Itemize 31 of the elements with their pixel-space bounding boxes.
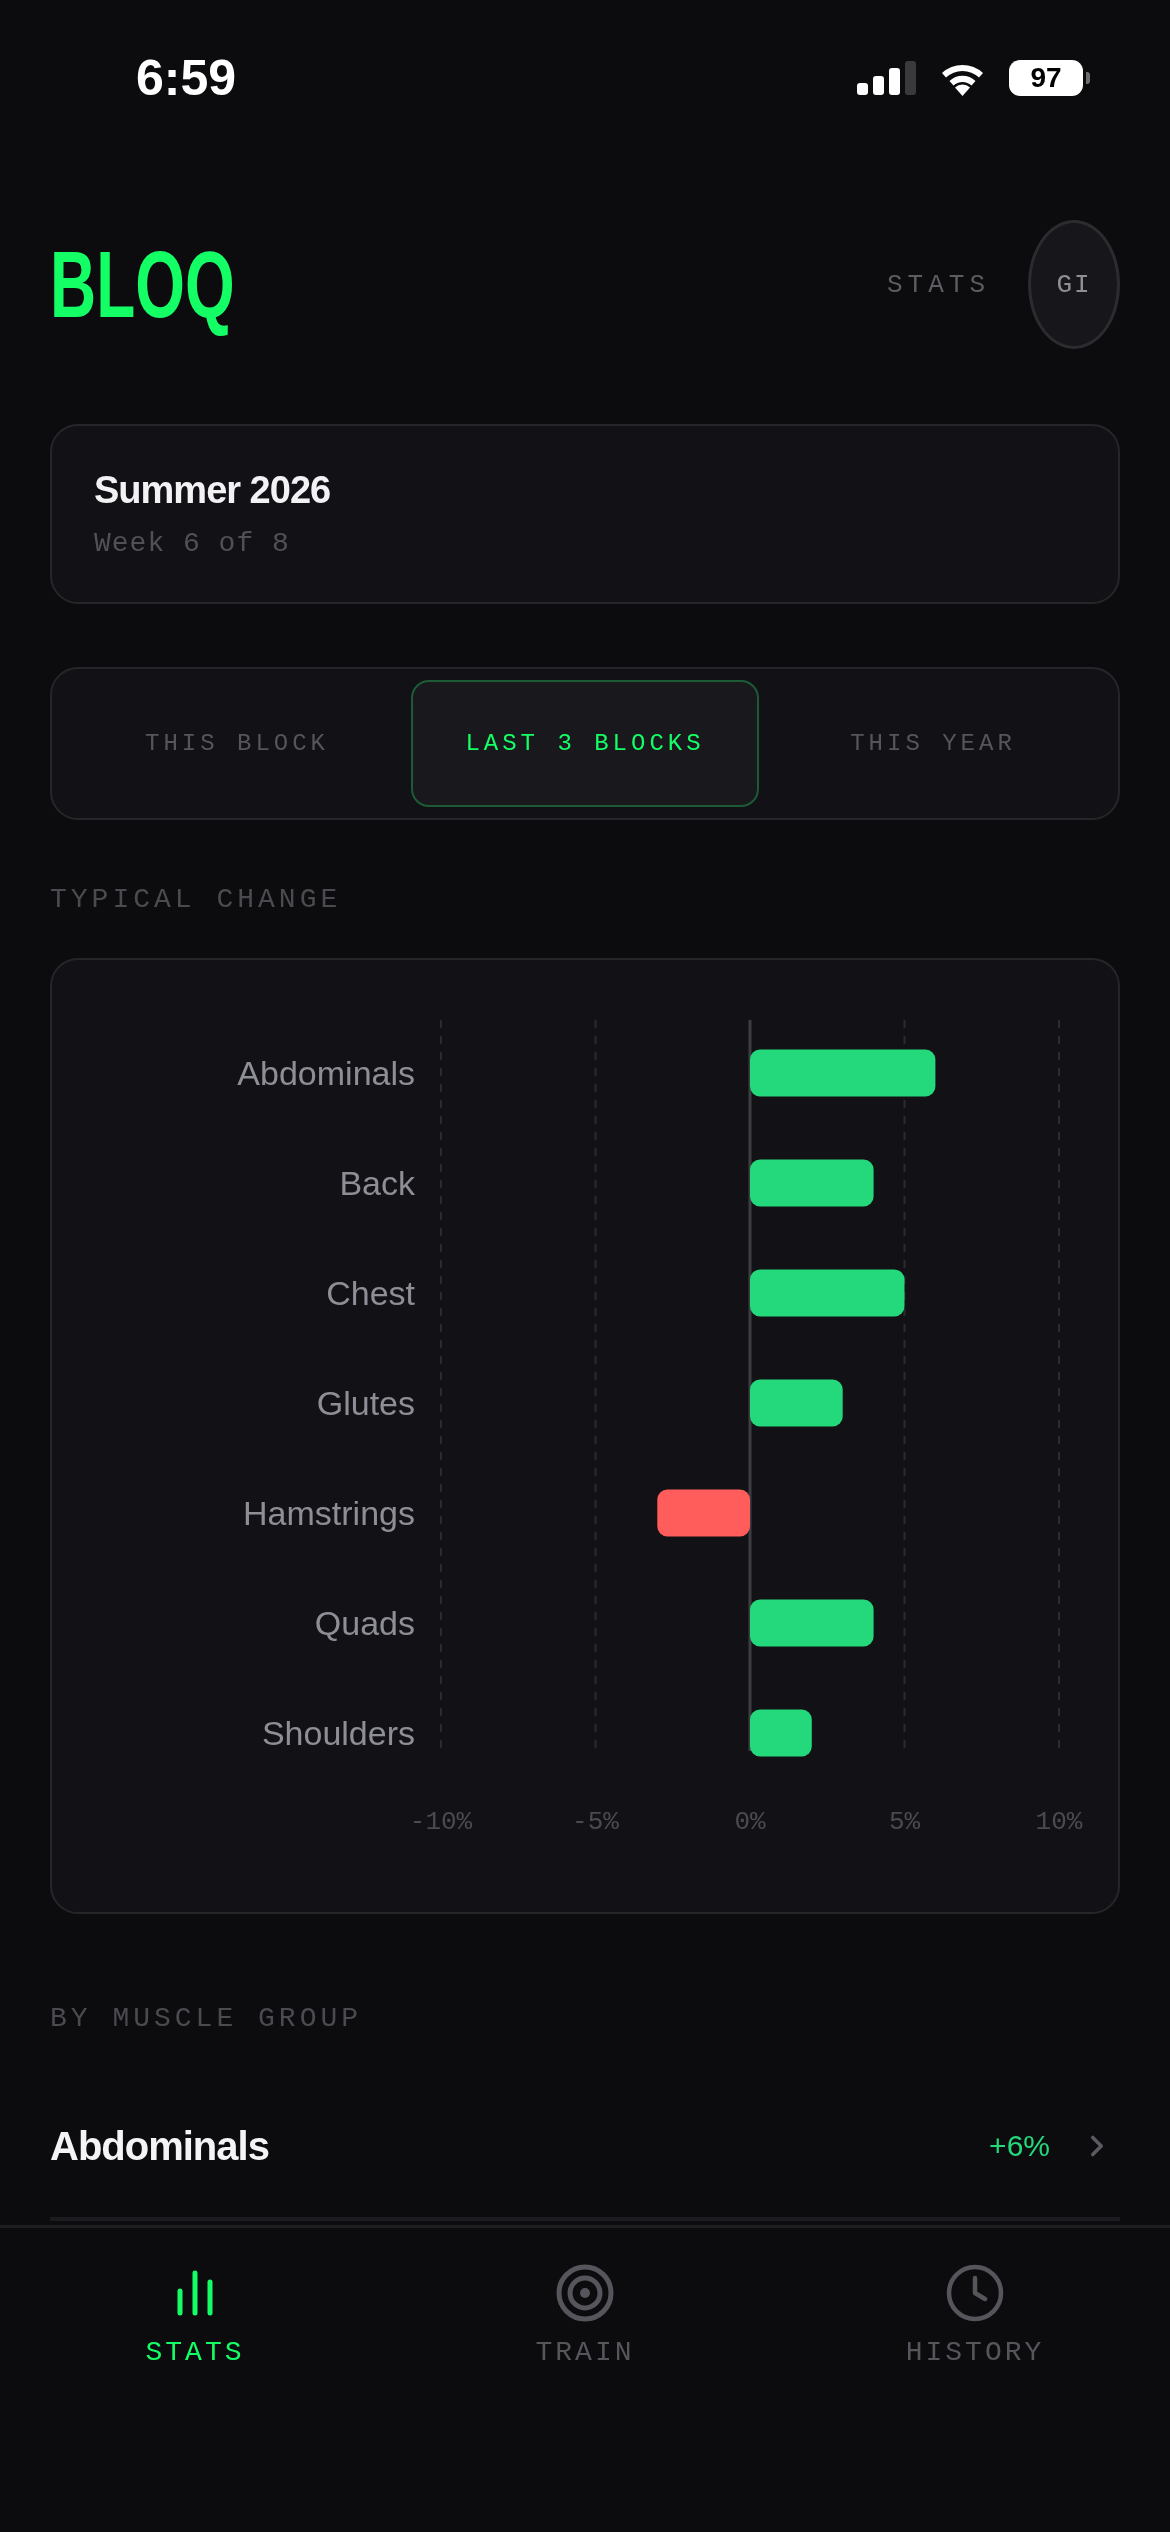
axis-tick-label: -5% <box>572 1807 619 1837</box>
axis-tick-label: 5% <box>888 1807 921 1837</box>
battery-indicator: 97 <box>1009 60 1090 96</box>
signal-icon <box>857 61 916 95</box>
target-icon <box>556 2264 614 2322</box>
change-value: +6% <box>989 2129 1050 2163</box>
status-time: 6:59 <box>136 50 237 106</box>
section-heading: BY MUSCLE GROUP <box>50 2002 363 2036</box>
section-heading: TYPICAL CHANGE <box>50 883 342 917</box>
block-title: Summer 2026 <box>94 468 331 513</box>
category-label: Back <box>339 1164 415 1202</box>
axis-tick-label: -10% <box>409 1807 473 1837</box>
category-label: Shoulders <box>261 1714 415 1752</box>
axis-tick-label: 0% <box>734 1807 766 1837</box>
change-bar <box>750 1709 812 1757</box>
page-label: STATS <box>887 269 990 300</box>
category-label: Abdominals <box>237 1054 415 1092</box>
bar-chart-icon <box>176 2269 214 2317</box>
category-label: Quads <box>314 1604 415 1642</box>
axis-tick-label: 10% <box>1035 1807 1083 1837</box>
tab-bar-item[interactable]: STATS <box>145 2263 245 2370</box>
category-label: Chest <box>326 1274 415 1312</box>
category-label: Hamstrings <box>243 1494 415 1532</box>
clock-icon <box>946 2264 1004 2322</box>
muscle-name: Abdominals <box>50 2123 269 2169</box>
range-tab[interactable]: LAST 3 BLOCKS <box>411 680 759 807</box>
muscle-group-row[interactable]: Abdominals +6% <box>50 2075 1120 2221</box>
app-logo: BLOQ <box>50 234 235 335</box>
block-subtitle: Week 6 of 8 <box>94 527 290 561</box>
category-label: Glutes <box>316 1384 415 1422</box>
avatar-button[interactable]: GI <box>1028 220 1120 349</box>
